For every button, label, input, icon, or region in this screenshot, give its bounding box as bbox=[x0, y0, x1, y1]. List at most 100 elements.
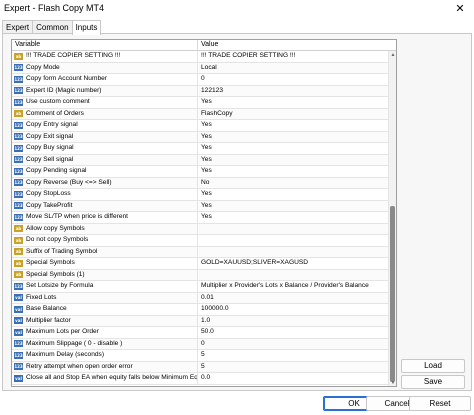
tab-common[interactable]: Common bbox=[32, 20, 73, 34]
inputs-panel: Variable Value ab!!! TRADE COPIER SETTIN… bbox=[2, 33, 472, 391]
table-row[interactable]: ab Allow copy Symbols bbox=[12, 223, 390, 235]
tab-expert[interactable]: Expert bbox=[2, 20, 34, 34]
value-cell[interactable]: 5 bbox=[198, 350, 390, 361]
value-cell[interactable]: Yes bbox=[198, 201, 390, 212]
variable-cell: 123 Retry attempt when open order error bbox=[12, 361, 198, 372]
value-cell[interactable]: 1.0 bbox=[198, 316, 390, 327]
value-cell[interactable]: Yes bbox=[198, 97, 390, 108]
table-row[interactable]: 123 Use custom comment Yes bbox=[12, 97, 390, 109]
value-cell[interactable]: 50.0 bbox=[198, 327, 390, 338]
value-cell[interactable]: 122123 bbox=[198, 86, 390, 97]
string-type-icon: ab bbox=[14, 236, 23, 244]
value-cell[interactable]: No bbox=[198, 178, 390, 189]
value-cell[interactable] bbox=[198, 224, 390, 235]
variable-label: Maximum Lots per Order bbox=[26, 328, 99, 335]
grid-rows: ab!!! TRADE COPIER SETTING !!!!!! TRADE … bbox=[12, 51, 390, 385]
column-header-variable[interactable]: Variable bbox=[12, 40, 198, 50]
bool-type-icon: 123 bbox=[14, 179, 23, 187]
value-cell[interactable]: Yes bbox=[198, 166, 390, 177]
load-button[interactable]: Load bbox=[401, 359, 465, 373]
table-row[interactable]: 123 Copy Entry signal Yes bbox=[12, 120, 390, 132]
variable-cell: 123 Maximum Delay (seconds) bbox=[12, 350, 198, 361]
table-row[interactable]: 123 Copy StopLoss Yes bbox=[12, 189, 390, 201]
table-row[interactable]: 123 Copy Reverse (Buy <=> Sell) No bbox=[12, 177, 390, 189]
close-icon[interactable]: ✕ bbox=[446, 0, 474, 16]
value-cell[interactable]: 0 bbox=[198, 339, 390, 350]
bool-type-icon: 123 bbox=[14, 167, 23, 175]
table-row[interactable]: val Maximum Lots per Order 50.0 bbox=[12, 327, 390, 339]
table-row[interactable]: ab Suffix of Trading Symbol bbox=[12, 246, 390, 258]
variable-label: Multiplier factor bbox=[26, 316, 71, 324]
value-cell[interactable] bbox=[198, 270, 390, 281]
table-row[interactable]: 123 Copy Exit signal Yes bbox=[12, 131, 390, 143]
table-row[interactable]: ab Comment of Orders FlashCopy bbox=[12, 108, 390, 120]
variable-cell: 123 Use custom comment bbox=[12, 97, 198, 108]
value-cell[interactable]: Local bbox=[198, 63, 390, 74]
variable-cell: ab Special Symbols (1) bbox=[12, 269, 198, 280]
table-row[interactable]: 123 Maximum Delay (seconds) 5 bbox=[12, 350, 390, 362]
bool-type-icon: 123 bbox=[14, 202, 23, 210]
variable-cell: 123 Maximum Slippage ( 0 - disable ) bbox=[12, 338, 198, 349]
table-row[interactable]: ab Do not copy Symbols bbox=[12, 235, 390, 247]
table-row[interactable]: ab!!! TRADE COPIER SETTING !!!!!! TRADE … bbox=[12, 51, 390, 63]
variable-cell: ab Special Symbols bbox=[12, 258, 198, 269]
table-row[interactable]: 123 Copy Mode Local bbox=[12, 62, 390, 74]
table-row[interactable]: 123 Maximum Slippage ( 0 - disable ) 0 bbox=[12, 338, 390, 350]
value-cell[interactable] bbox=[198, 247, 390, 258]
table-row[interactable]: val Close all and Stop EA when equity fal… bbox=[12, 373, 390, 385]
value-cell[interactable]: Yes bbox=[198, 132, 390, 143]
table-row[interactable]: 123 Set Lotsize by Formula Multiplier x Pr… bbox=[12, 281, 390, 293]
vertical-scrollbar[interactable]: ▲ ▼ bbox=[388, 51, 396, 386]
table-row[interactable]: 123 Retry attempt when open order error 5 bbox=[12, 361, 390, 373]
value-cell[interactable]: Multiplier x Provider's Lots x Balance /… bbox=[198, 281, 390, 292]
table-row[interactable]: val Base Balance 100000.0 bbox=[12, 304, 390, 316]
integer-type-icon: 123 bbox=[14, 351, 23, 359]
reset-button[interactable]: Reset bbox=[409, 396, 471, 411]
table-row[interactable]: 123 Copy form Account Number 0 bbox=[12, 74, 390, 86]
table-row[interactable]: 123 Move SL/TP when price is different Yes bbox=[12, 212, 390, 224]
variable-label: Copy Sell signal bbox=[26, 155, 74, 163]
value-cell[interactable]: Yes bbox=[198, 189, 390, 200]
variable-cell: 123 Copy StopLoss bbox=[12, 189, 198, 200]
value-cell[interactable]: 0.01 bbox=[198, 293, 390, 304]
value-cell[interactable]: Yes bbox=[198, 143, 390, 154]
value-cell[interactable] bbox=[198, 235, 390, 246]
variable-label: Copy TakeProfit bbox=[26, 201, 73, 209]
table-row[interactable]: 123 Copy TakeProfit Yes bbox=[12, 200, 390, 212]
value-cell[interactable]: 0 bbox=[198, 74, 390, 85]
tab-bar: Expert Common Inputs bbox=[2, 20, 102, 35]
tab-inputs[interactable]: Inputs bbox=[71, 20, 102, 35]
value-cell[interactable]: 0.0 bbox=[198, 373, 390, 384]
value-cell[interactable]: FlashCopy bbox=[198, 109, 390, 120]
value-cell[interactable]: 100000.0 bbox=[198, 304, 390, 315]
scroll-thumb[interactable] bbox=[390, 206, 395, 382]
double-type-icon: val bbox=[14, 328, 23, 336]
value-cell[interactable]: GOLD=XAUUSD;SLIVER=XAGUSD bbox=[198, 258, 390, 269]
table-row[interactable]: val Fixed Lots 0.01 bbox=[12, 292, 390, 304]
table-row[interactable]: ab Special Symbols (1) bbox=[12, 269, 390, 281]
save-button[interactable]: Save bbox=[401, 375, 465, 389]
value-cell[interactable]: !!! TRADE COPIER SETTING !!! bbox=[198, 51, 390, 62]
variable-cell: 123 Copy Sell signal bbox=[12, 154, 198, 165]
column-header-value[interactable]: Value bbox=[198, 40, 218, 50]
value-cell[interactable]: 5 bbox=[198, 362, 390, 373]
table-row[interactable]: 123 Copy Buy signal Yes bbox=[12, 143, 390, 155]
value-cell[interactable]: Yes bbox=[198, 155, 390, 166]
integer-type-icon: 123 bbox=[14, 87, 23, 95]
variable-label: Comment of Orders bbox=[26, 109, 84, 117]
variable-label: Copy Mode bbox=[26, 63, 60, 71]
inputs-grid: Variable Value ab!!! TRADE COPIER SETTIN… bbox=[11, 39, 397, 387]
variable-label: Use custom comment bbox=[26, 98, 90, 105]
scroll-down-icon[interactable]: ▼ bbox=[389, 379, 396, 386]
scroll-up-icon[interactable]: ▲ bbox=[389, 51, 396, 59]
variable-label: Copy Entry signal bbox=[26, 121, 78, 128]
variable-label: Copy Buy signal bbox=[26, 144, 74, 151]
table-row[interactable]: ab Special Symbols GOLD=XAUUSD;SLIVER=XAGU… bbox=[12, 258, 390, 270]
value-cell[interactable]: Yes bbox=[198, 120, 390, 131]
value-cell[interactable]: Yes bbox=[198, 212, 390, 223]
table-row[interactable]: 123 Copy Sell signal Yes bbox=[12, 154, 390, 166]
table-row[interactable]: 123 Expert ID (Magic number) 122123 bbox=[12, 85, 390, 97]
string-type-icon: ab bbox=[14, 225, 23, 233]
table-row[interactable]: 123 Copy Pending signal Yes bbox=[12, 166, 390, 178]
table-row[interactable]: val Multiplier factor 1.0 bbox=[12, 315, 390, 327]
